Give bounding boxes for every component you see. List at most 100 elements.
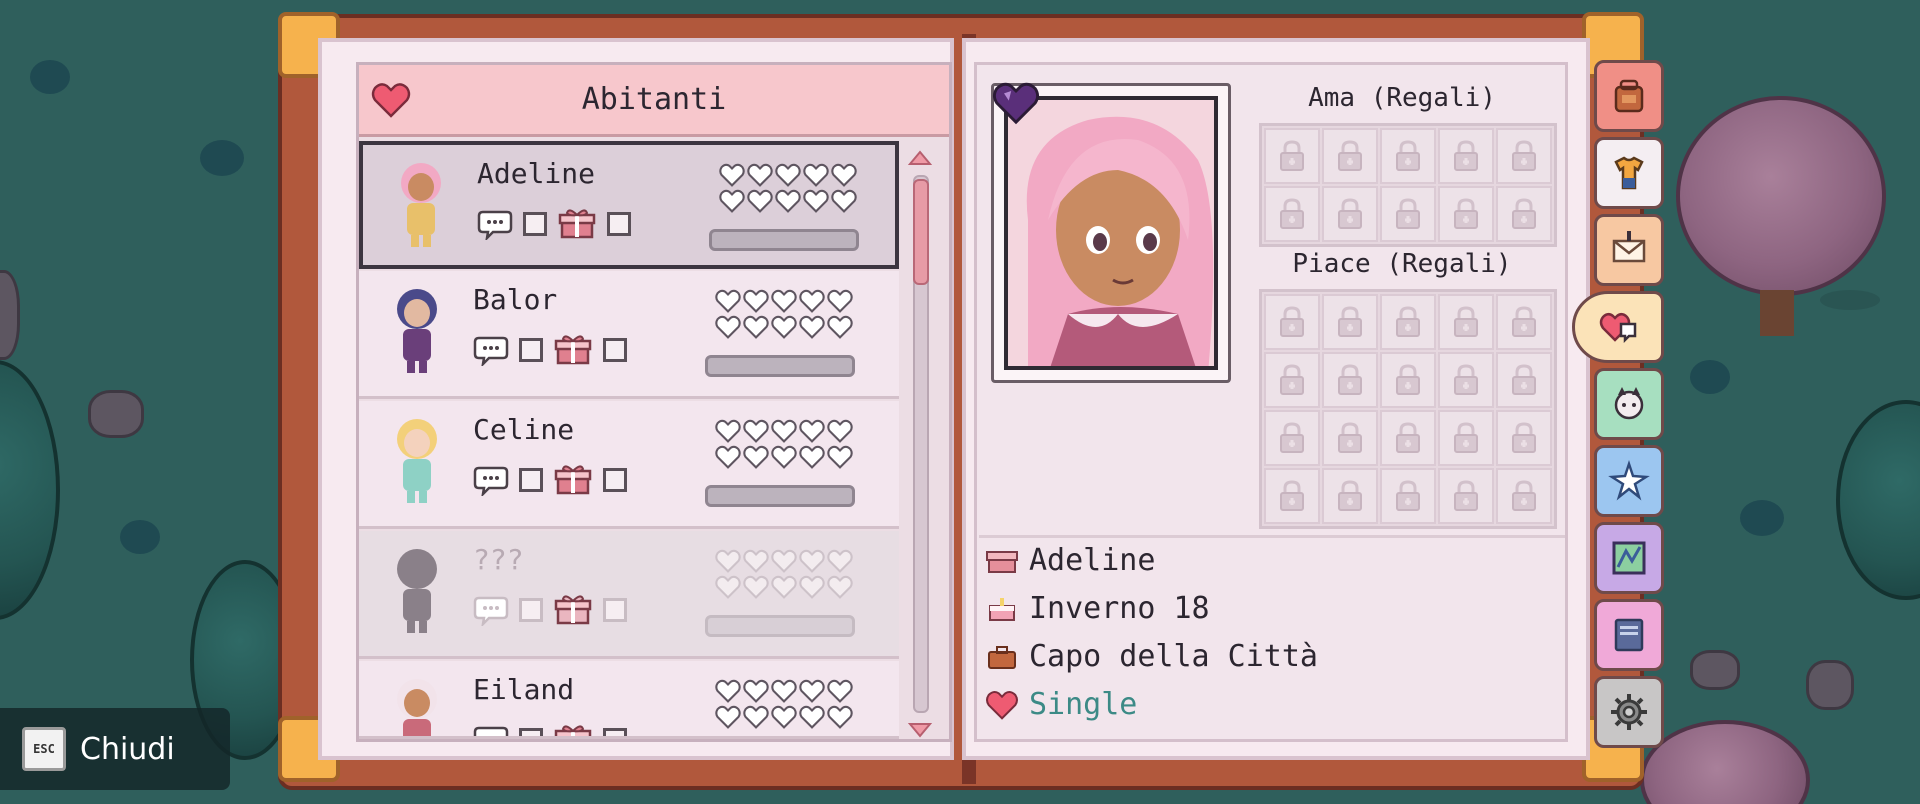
heart-icon bbox=[827, 575, 853, 599]
heart-icon bbox=[747, 163, 773, 187]
lock-icon bbox=[1396, 480, 1420, 511]
info-birthday-row: Inverno 18 bbox=[985, 591, 1210, 626]
tab-settings[interactable] bbox=[1594, 676, 1664, 748]
locked-gift-slot[interactable] bbox=[1438, 468, 1494, 524]
locked-gift-slot[interactable] bbox=[1264, 468, 1320, 524]
locked-gift-slot[interactable] bbox=[1264, 186, 1320, 242]
lock-icon bbox=[1454, 422, 1478, 453]
residents-list-panel: Abitanti Adeline Balor Celine??? Eiland bbox=[356, 62, 952, 742]
lock-icon bbox=[1512, 306, 1536, 337]
scroll-thumb[interactable] bbox=[913, 179, 929, 285]
heart-icon bbox=[771, 679, 797, 703]
locked-gift-slot[interactable] bbox=[1380, 294, 1436, 350]
heart-icon bbox=[827, 549, 853, 573]
bush bbox=[30, 60, 70, 94]
pink-tree bbox=[1640, 720, 1810, 804]
locked-gift-slot[interactable] bbox=[1438, 186, 1494, 242]
tab-skills[interactable] bbox=[1594, 445, 1664, 517]
lock-icon bbox=[1512, 140, 1536, 171]
locked-gift-slot[interactable] bbox=[1438, 128, 1494, 184]
skills-icon bbox=[1608, 460, 1650, 501]
tab-relationships[interactable] bbox=[1572, 291, 1664, 363]
tab-journal[interactable] bbox=[1594, 599, 1664, 671]
locked-gift-slot[interactable] bbox=[1380, 468, 1436, 524]
close-label[interactable]: Chiudi bbox=[80, 732, 175, 767]
resident-row[interactable]: Celine bbox=[359, 401, 899, 529]
scroll-up-arrow-icon[interactable] bbox=[907, 149, 933, 167]
locked-gift-slot[interactable] bbox=[1264, 352, 1320, 408]
locked-gift-slot[interactable] bbox=[1322, 410, 1378, 466]
heart-icon bbox=[743, 575, 769, 599]
portrait-frame bbox=[1004, 96, 1218, 370]
heart-icon bbox=[771, 705, 797, 729]
likes-gifts-label: Piace (Regali) bbox=[1292, 249, 1512, 279]
rock bbox=[0, 270, 20, 360]
locked-gift-slot[interactable] bbox=[1322, 468, 1378, 524]
heart-icon bbox=[743, 315, 769, 339]
friendship-hearts bbox=[715, 289, 855, 339]
resident-daily-status bbox=[473, 463, 627, 497]
tab-shirt[interactable] bbox=[1594, 137, 1664, 209]
close-hint[interactable]: ESC Chiudi bbox=[0, 708, 230, 790]
locked-gift-slot[interactable] bbox=[1496, 186, 1552, 242]
locked-gift-slot[interactable] bbox=[1322, 352, 1378, 408]
locked-gift-slot[interactable] bbox=[1380, 352, 1436, 408]
esc-key-icon[interactable]: ESC bbox=[22, 727, 66, 771]
locked-gift-slot[interactable] bbox=[1438, 410, 1494, 466]
heart-icon bbox=[771, 315, 797, 339]
scroll-down-arrow-icon[interactable] bbox=[907, 721, 933, 739]
heart-icon bbox=[715, 289, 741, 313]
resident-row[interactable]: Adeline bbox=[359, 141, 899, 269]
chat-bubble-icon bbox=[473, 596, 509, 626]
lock-icon bbox=[1280, 364, 1304, 395]
locked-gift-slot[interactable] bbox=[1496, 410, 1552, 466]
relationship-heart-gem-icon bbox=[992, 82, 1040, 125]
briefcase-icon bbox=[988, 645, 1016, 669]
lock-icon bbox=[1338, 198, 1362, 229]
locked-gift-slot[interactable] bbox=[1380, 128, 1436, 184]
tab-map[interactable] bbox=[1594, 522, 1664, 594]
gifted-checkbox bbox=[603, 598, 627, 622]
locked-gift-slot[interactable] bbox=[1322, 186, 1378, 242]
rock bbox=[1690, 650, 1740, 690]
locked-gift-slot[interactable] bbox=[1322, 294, 1378, 350]
locked-gift-slot[interactable] bbox=[1264, 294, 1320, 350]
resident-name: Eiland bbox=[473, 673, 575, 706]
heart-icon bbox=[799, 445, 825, 469]
locked-gift-slot[interactable] bbox=[1264, 128, 1320, 184]
friendship-hearts bbox=[719, 163, 859, 213]
talked-checkbox bbox=[523, 212, 547, 236]
locked-gift-slot[interactable] bbox=[1496, 468, 1552, 524]
resident-sprite bbox=[397, 289, 437, 373]
resident-row[interactable]: ??? bbox=[359, 531, 899, 659]
heart-icon bbox=[771, 445, 797, 469]
locked-gift-slot[interactable] bbox=[1264, 410, 1320, 466]
residents-scrollbar[interactable] bbox=[905, 149, 935, 739]
locked-gift-slot[interactable] bbox=[1438, 294, 1494, 350]
locked-gift-slot[interactable] bbox=[1380, 186, 1436, 242]
heart-icon bbox=[827, 315, 853, 339]
tab-animal[interactable] bbox=[1594, 368, 1664, 440]
heart-icon bbox=[715, 575, 741, 599]
gift-icon bbox=[554, 335, 592, 365]
resident-daily-status bbox=[473, 333, 627, 367]
resident-row[interactable]: Eiland bbox=[359, 661, 899, 739]
talked-checkbox bbox=[519, 598, 543, 622]
heart-icon bbox=[743, 419, 769, 443]
locked-gift-slot[interactable] bbox=[1496, 352, 1552, 408]
gifted-checkbox bbox=[603, 338, 627, 362]
heart-icon bbox=[715, 549, 741, 573]
resident-sprite bbox=[397, 419, 437, 503]
locked-gift-slot[interactable] bbox=[1438, 352, 1494, 408]
resident-row[interactable]: Balor bbox=[359, 271, 899, 399]
unknown-resident-silhouette bbox=[397, 549, 437, 633]
lock-icon bbox=[1512, 422, 1536, 453]
tab-backpack[interactable] bbox=[1594, 60, 1664, 132]
locked-gift-slot[interactable] bbox=[1380, 410, 1436, 466]
info-birthday: Inverno 18 bbox=[1029, 591, 1210, 626]
locked-gift-slot[interactable] bbox=[1496, 294, 1552, 350]
tab-mail[interactable] bbox=[1594, 214, 1664, 286]
locked-gift-slot[interactable] bbox=[1322, 128, 1378, 184]
locked-gift-slot[interactable] bbox=[1496, 128, 1552, 184]
heart-icon bbox=[771, 419, 797, 443]
